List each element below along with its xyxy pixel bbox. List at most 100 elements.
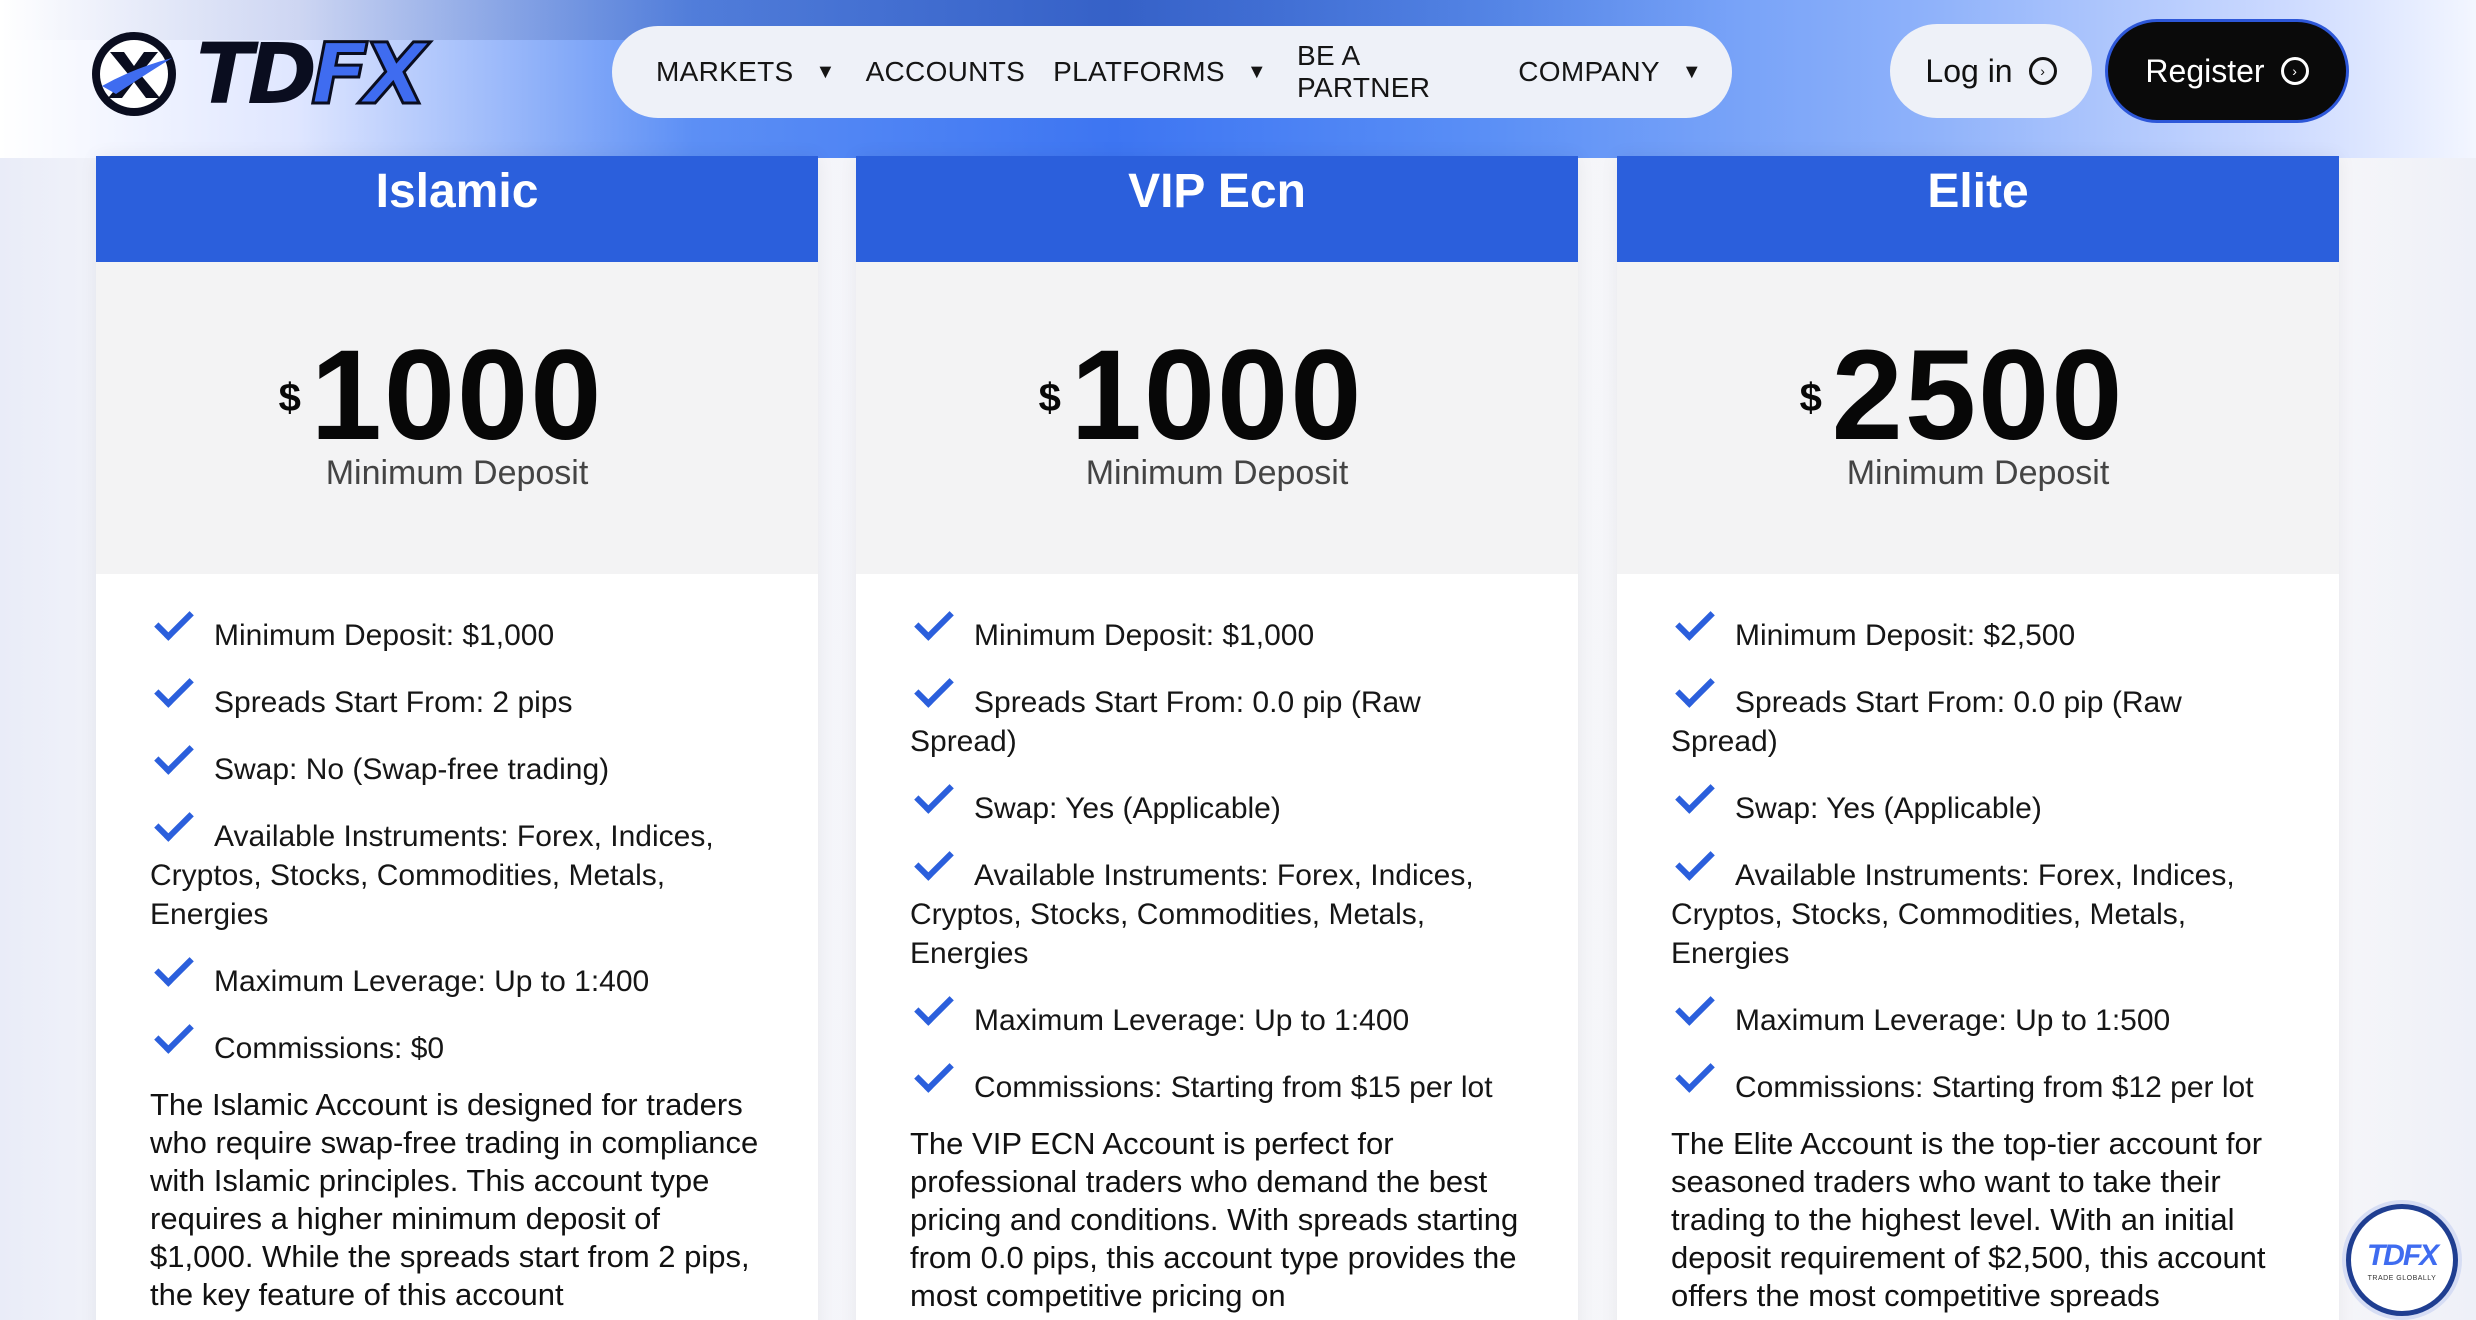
feature-item: Maximum Leverage: Up to 1:400 xyxy=(150,962,764,1001)
price-value: 1000 xyxy=(310,324,604,467)
check-icon xyxy=(150,818,190,840)
account-card-vip-ecn: VIP Ecn $1000 Minimum Deposit Minimum De… xyxy=(856,156,1578,1320)
feature-text: Spreads Start From: 2 pips xyxy=(214,686,573,719)
card-title: VIP Ecn xyxy=(856,156,1578,262)
nav-item-label: ACCOUNTS xyxy=(865,56,1026,87)
feature-item: Swap: No (Swap-free trading) xyxy=(150,750,764,789)
caret-down-icon: ▼ xyxy=(1681,60,1702,83)
check-icon xyxy=(150,617,190,639)
feature-item: Spreads Start From: 0.0 pip (Raw Spread) xyxy=(1671,683,2285,761)
check-icon xyxy=(1671,684,1711,706)
nav-item-label: COMPANY xyxy=(1518,56,1660,87)
check-icon xyxy=(910,684,950,706)
feature-item: Available Instruments: Forex, Indices, C… xyxy=(150,817,764,934)
register-label: Register xyxy=(2145,52,2265,89)
feature-item: Minimum Deposit: $1,000 xyxy=(150,616,764,655)
feature-text: Maximum Leverage: Up to 1:400 xyxy=(974,1004,1410,1037)
feature-text: Commissions: Starting from $15 per lot xyxy=(974,1071,1493,1104)
check-icon xyxy=(1671,617,1711,639)
login-label: Log in xyxy=(1925,52,2013,89)
feature-item: Commissions: Starting from $12 per lot xyxy=(1671,1068,2285,1107)
feature-item: Swap: Yes (Applicable) xyxy=(1671,789,2285,828)
card-title: Islamic xyxy=(96,156,818,262)
price-row: $1000 xyxy=(96,332,818,460)
card-price-panel: $2500 Minimum Deposit xyxy=(1617,262,2339,574)
feature-item: Maximum Leverage: Up to 1:500 xyxy=(1671,1001,2285,1040)
card-description: The Islamic Account is designed for trad… xyxy=(150,1087,759,1312)
feature-text: Spreads Start From: 0.0 pip (Raw Spread) xyxy=(910,686,1421,758)
price-row: $2500 xyxy=(1617,332,2339,460)
card-price-panel: $1000 Minimum Deposit xyxy=(856,262,1578,574)
feature-item: Minimum Deposit: $1,000 xyxy=(910,616,1524,655)
check-icon xyxy=(150,684,190,706)
nav-item-accounts[interactable]: ACCOUNTS xyxy=(866,56,1026,88)
check-icon xyxy=(910,617,950,639)
logo-x-icon xyxy=(92,32,176,116)
feature-text: Available Instruments: Forex, Indices, C… xyxy=(150,820,714,931)
price-value: 2500 xyxy=(1831,324,2125,467)
caret-down-icon: ▼ xyxy=(815,60,836,83)
logo-text-part2: FX xyxy=(310,25,429,123)
price-label: Minimum Deposit xyxy=(325,454,589,492)
account-card-islamic: Islamic $1000 Minimum Deposit Minimum De… xyxy=(96,156,818,1320)
card-body: Minimum Deposit: $1,000 Spreads Start Fr… xyxy=(856,574,1578,1315)
feature-text: Minimum Deposit: $1,000 xyxy=(974,619,1315,652)
feature-item: Available Instruments: Forex, Indices, C… xyxy=(1671,856,2285,973)
nav-item-label: MARKETS xyxy=(656,56,794,87)
login-button[interactable]: Log in › xyxy=(1890,24,2092,118)
card-title: Elite xyxy=(1617,156,2339,262)
arrow-right-circle-icon: › xyxy=(2280,57,2309,85)
card-description: The Elite Account is the top-tier accoun… xyxy=(1671,1126,2266,1313)
check-icon xyxy=(910,1002,950,1024)
feature-text: Available Instruments: Forex, Indices, C… xyxy=(1671,859,2235,970)
register-button[interactable]: Register › xyxy=(2108,22,2346,120)
feature-text: Minimum Deposit: $2,500 xyxy=(1735,619,2076,652)
arrow-right-circle-icon: › xyxy=(2028,57,2057,85)
check-icon xyxy=(910,790,950,812)
price-value: 1000 xyxy=(1070,324,1364,467)
feature-text: Swap: Yes (Applicable) xyxy=(974,792,1281,825)
nav-item-be-a-partner[interactable]: BE A PARTNER xyxy=(1297,40,1490,104)
price-amount: $1000 xyxy=(279,332,604,460)
caret-down-icon: ▼ xyxy=(1246,60,1267,83)
card-price-panel: $1000 Minimum Deposit xyxy=(96,262,818,574)
price-amount: $1000 xyxy=(1039,332,1364,460)
feature-text: Spreads Start From: 0.0 pip (Raw Spread) xyxy=(1671,686,2182,758)
feature-text: Commissions: Starting from $12 per lot xyxy=(1735,1071,2254,1104)
nav-item-company[interactable]: COMPANY ▼ xyxy=(1518,56,1704,88)
badge-text-part2: FX xyxy=(2402,1238,2439,1272)
chat-widget-button[interactable]: TDFX TRADE GLOBALLY xyxy=(2346,1204,2458,1316)
card-body: Minimum Deposit: $2,500 Spreads Start Fr… xyxy=(1617,574,2339,1315)
currency-symbol: $ xyxy=(278,376,303,420)
feature-item: Spreads Start From: 2 pips xyxy=(150,683,764,722)
nav-item-markets[interactable]: MARKETS ▼ xyxy=(656,56,838,88)
feature-item: Swap: Yes (Applicable) xyxy=(910,789,1524,828)
currency-symbol: $ xyxy=(1799,376,1824,420)
feature-text: Commissions: $0 xyxy=(214,1032,445,1065)
feature-text: Minimum Deposit: $1,000 xyxy=(214,619,555,652)
logo-text-part1: TD xyxy=(196,25,317,123)
nav-item-platforms[interactable]: PLATFORMS ▼ xyxy=(1053,56,1269,88)
check-icon xyxy=(150,1030,190,1052)
feature-item: Spreads Start From: 0.0 pip (Raw Spread) xyxy=(910,683,1524,761)
feature-item: Commissions: Starting from $15 per lot xyxy=(910,1068,1524,1107)
check-icon xyxy=(1671,790,1711,812)
nav-item-label: PLATFORMS xyxy=(1053,56,1225,87)
price-label: Minimum Deposit xyxy=(1085,454,1349,492)
check-icon xyxy=(1671,857,1711,879)
check-icon xyxy=(1671,1069,1711,1091)
check-icon xyxy=(910,1069,950,1091)
feature-text: Maximum Leverage: Up to 1:500 xyxy=(1735,1004,2171,1037)
check-icon xyxy=(910,857,950,879)
nav-item-label: BE A PARTNER xyxy=(1296,40,1431,103)
badge-text-part1: TD xyxy=(2366,1238,2405,1272)
feature-text: Swap: Yes (Applicable) xyxy=(1735,792,2042,825)
feature-text: Available Instruments: Forex, Indices, C… xyxy=(910,859,1474,970)
feature-text: Maximum Leverage: Up to 1:400 xyxy=(214,965,650,998)
badge-subtitle: TRADE GLOBALLY xyxy=(2367,1274,2437,1282)
chat-logo-icon: TDFX xyxy=(2366,1238,2439,1273)
logo-wordmark: TDFX xyxy=(196,29,429,120)
feature-item: Commissions: $0 xyxy=(150,1029,764,1068)
brand-logo[interactable]: TDFX xyxy=(88,24,438,124)
feature-text: Swap: No (Swap-free trading) xyxy=(214,753,610,786)
